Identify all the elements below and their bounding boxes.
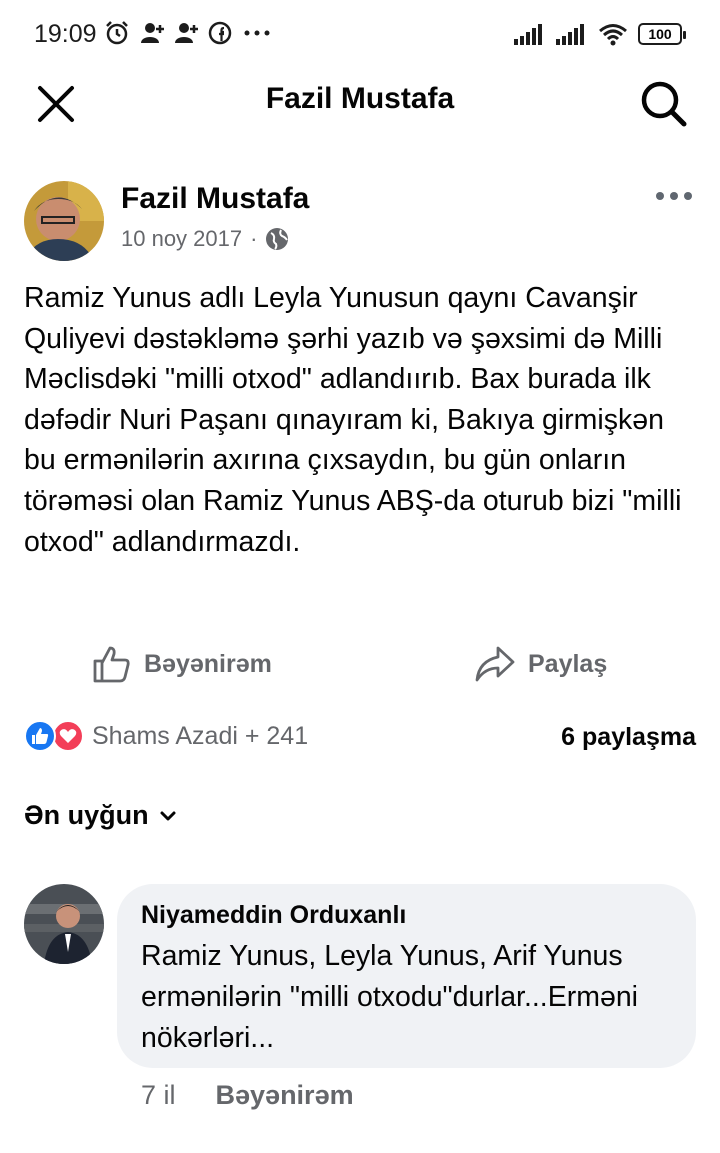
like-button[interactable]: Bəyənirəm — [92, 644, 272, 684]
comment-bubble[interactable]: Niyameddin Orduxanlı Ramiz Yunus, Leyla … — [117, 884, 696, 1068]
share-button[interactable]: Paylaş — [474, 644, 607, 684]
add-user-icon — [141, 23, 164, 43]
commenter-avatar[interactable] — [24, 884, 104, 964]
search-icon — [641, 81, 687, 127]
status-time: 19:09 — [34, 20, 97, 48]
app-header: Fazil Mustafa — [0, 70, 720, 134]
chevron-down-icon — [160, 811, 176, 820]
signal-icon — [514, 24, 542, 45]
comment-age: 7 il — [141, 1080, 176, 1110]
post-more-button[interactable] — [656, 186, 698, 206]
add-user-icon — [175, 23, 198, 43]
meta-separator: · — [250, 226, 258, 251]
author-avatar[interactable] — [24, 181, 104, 261]
battery-level: 100 — [648, 26, 672, 42]
post-author[interactable]: Fazil Mustafa — [121, 182, 309, 216]
facebook-icon — [208, 21, 232, 45]
reactors-text: Shams Azadi + 241 — [92, 721, 309, 750]
thumbs-up-icon — [93, 646, 130, 683]
more-dot — [684, 192, 692, 200]
comment-text: Ramiz Yunus, Leyla Yunus, Arif Yunus erm… — [141, 940, 638, 1054]
status-notification-icons — [104, 20, 272, 46]
share-label: Paylaş — [528, 649, 608, 678]
reactions-summary[interactable]: Shams Azadi + 241 — [24, 720, 308, 752]
more-dot — [656, 192, 664, 200]
comment-author[interactable]: Niyameddin Orduxanlı — [141, 900, 672, 930]
more-icon — [244, 30, 270, 36]
share-icon — [475, 646, 515, 682]
like-reaction-icon — [24, 720, 56, 752]
page-title: Fazil Mustafa — [265, 82, 455, 115]
comment-meta: 7 il Bəyənirəm — [141, 1080, 354, 1111]
more-dot — [670, 192, 678, 200]
status-system-icons: 100 — [514, 22, 686, 46]
sort-label: Ən uyğun — [24, 800, 149, 830]
like-label: Bəyənirəm — [144, 649, 272, 678]
globe-icon — [266, 228, 289, 250]
battery-icon: 100 — [638, 23, 686, 45]
status-bar: 19:09 100 — [0, 0, 720, 70]
search-button[interactable] — [638, 78, 690, 130]
alarm-icon — [106, 21, 128, 45]
comment-sort-dropdown[interactable]: Ən uyğun — [24, 800, 177, 831]
post-text: Ramiz Yunus adlı Leyla Yunusun qaynı Cav… — [24, 282, 682, 558]
comment-like-button[interactable]: Bəyənirəm — [216, 1080, 354, 1111]
post-meta: 10 noy 2017 · — [121, 226, 289, 252]
signal-icon — [556, 24, 584, 45]
wifi-icon — [599, 24, 627, 46]
shares-count[interactable]: 6 paylaşma — [561, 723, 696, 752]
post-date[interactable]: 10 noy 2017 — [121, 226, 242, 252]
love-reaction-icon — [52, 720, 84, 752]
